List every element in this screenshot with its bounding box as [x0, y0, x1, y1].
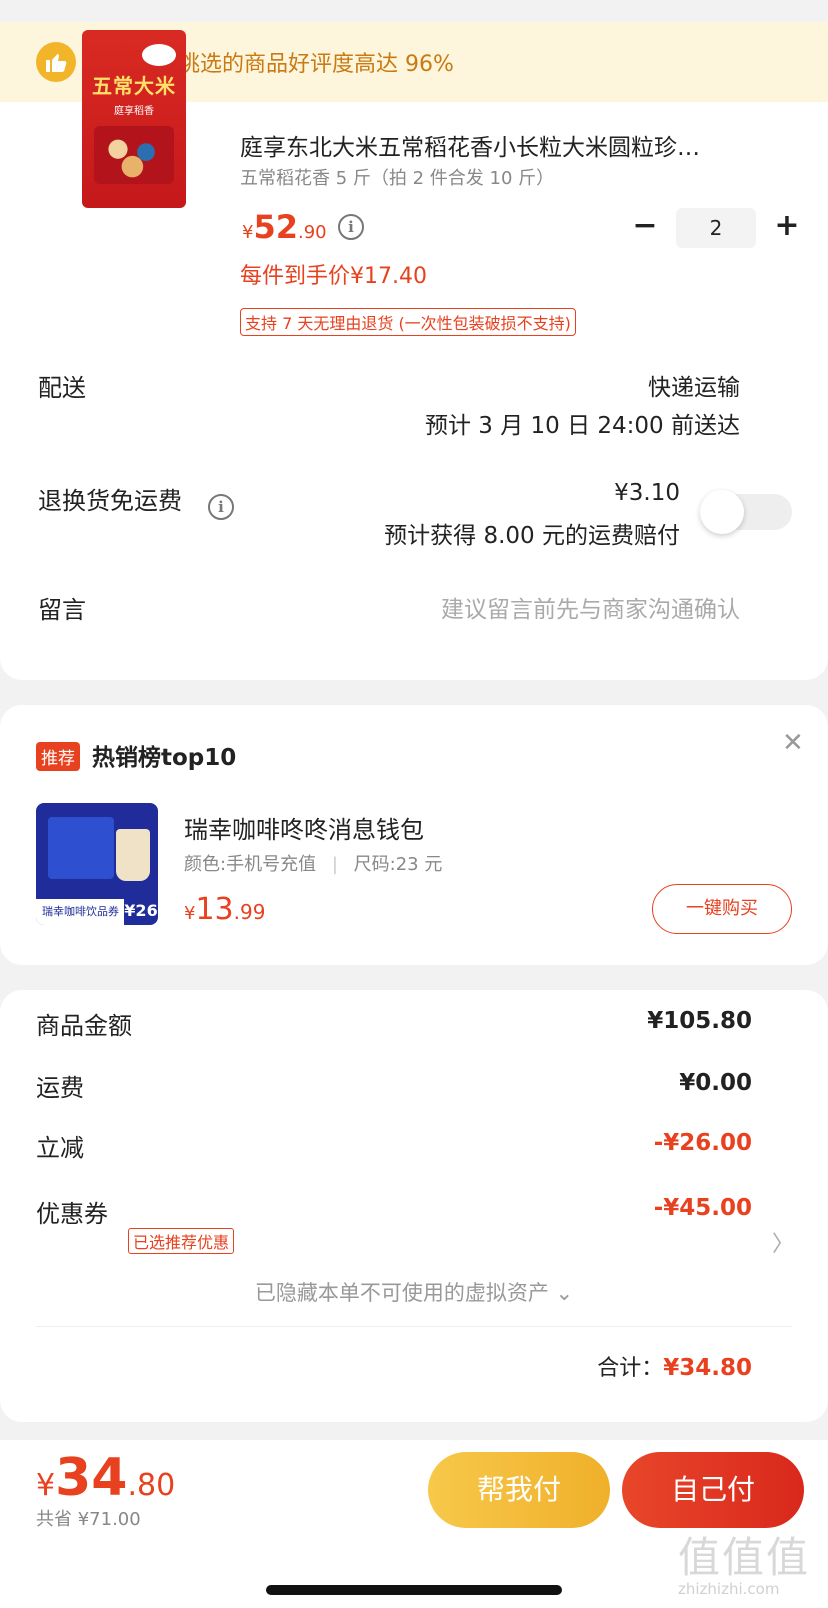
goods-amount-label: 商品金额	[36, 1012, 132, 1040]
discount-label: 立减	[36, 1134, 84, 1162]
quantity-value[interactable]: 2	[676, 208, 756, 248]
insurance-info-icon[interactable]: i	[208, 494, 234, 520]
goods-amount-value: ¥105.80	[647, 1008, 752, 1034]
toggle-knob	[700, 490, 744, 534]
price-decimal: .90	[297, 222, 327, 243]
help-pay-button[interactable]: 帮我付	[428, 1452, 610, 1528]
product-image-subtitle: 庭享稻香	[114, 106, 154, 117]
delivery-label: 配送	[38, 374, 86, 402]
spec-size: 尺码:23 元	[353, 854, 443, 875]
recommend-badge: 推荐	[36, 742, 80, 771]
recommend-price: ¥13.99	[184, 892, 265, 927]
checkout-price: ¥34.80	[36, 1448, 175, 1508]
recommend-image[interactable]: 瑞幸咖啡饮品券 ¥26	[36, 803, 158, 925]
unit-price: 每件到手价¥17.40	[240, 264, 427, 289]
insurance-note: 预计获得 8.00 元的运费赔付	[384, 523, 680, 549]
coupon-tag: 已选推荐优惠	[128, 1228, 235, 1254]
insurance-price: ¥3.10	[614, 480, 680, 506]
chevron-right-icon[interactable]: 〉	[772, 1226, 794, 1258]
checkout-price-decimal: .80	[127, 1468, 176, 1503]
divider	[36, 1326, 792, 1327]
voucher-card-graphic	[48, 817, 114, 879]
one-click-buy-button[interactable]: 一键购买	[652, 884, 792, 934]
brand-seal-icon	[142, 44, 176, 66]
product-price: ¥52.90	[242, 208, 327, 246]
watermark-url: zhizhizhi.com	[678, 1580, 780, 1598]
checkout-price-symbol: ¥	[36, 1468, 56, 1503]
product-image[interactable]: 五常大米 庭享稻香	[82, 30, 186, 208]
product-image-title: 五常大米	[92, 74, 176, 98]
order-total: 合计：¥34.80	[597, 1350, 752, 1382]
product-illustration	[94, 126, 174, 184]
insurance-toggle[interactable]	[700, 490, 792, 534]
total-saved: 共省 ¥71.00	[36, 1509, 141, 1530]
return-policy-tag: 支持 7 天无理由退货 (一次性包装破损不支持)	[240, 308, 576, 336]
checkout-price-integer: 34	[55, 1448, 128, 1508]
watermark-logo: 值值值	[678, 1533, 811, 1582]
thumbs-up-icon	[36, 42, 76, 82]
message-input[interactable]: 建议留言前先与商家沟通确认	[441, 590, 740, 624]
price-symbol: ¥	[242, 222, 254, 243]
total-value: ¥34.80	[663, 1355, 752, 1381]
watermark: 值值值 zhizhizhi.com	[678, 1533, 811, 1599]
recommend-item-spec: 颜色:手机号充值 | 尺码:23 元	[184, 850, 442, 876]
self-pay-button[interactable]: 自己付	[622, 1452, 804, 1528]
hidden-assets-toggle[interactable]: 已隐藏本单不可使用的虚拟资产 ⌄	[0, 1277, 828, 1307]
discount-value: -¥26.00	[653, 1130, 752, 1156]
product-spec[interactable]: 五常稻花香 5 斤（拍 2 件合发 10 斤）	[240, 164, 554, 190]
home-indicator[interactable]	[266, 1585, 562, 1595]
close-icon[interactable]: ✕	[782, 728, 804, 758]
price-info-icon[interactable]: i	[338, 214, 364, 240]
recommend-title: 热销榜top10	[92, 745, 237, 771]
coupon-value[interactable]: -¥45.00	[654, 1195, 752, 1221]
voucher-value: ¥26	[124, 891, 158, 925]
message-label: 留言	[38, 596, 86, 624]
rec-price-integer: 13	[195, 892, 234, 927]
delivery-eta: 预计 3 月 10 日 24:00 前送达	[424, 413, 740, 439]
quantity-stepper: − 2 +	[628, 208, 804, 248]
shipping-value: ¥0.00	[679, 1070, 752, 1096]
shipping-label: 运费	[36, 1074, 84, 1102]
coupon-label[interactable]: 优惠券	[36, 1194, 108, 1229]
price-integer: 52	[253, 208, 298, 246]
rec-price-symbol: ¥	[184, 903, 196, 924]
total-label: 合计：	[597, 1356, 664, 1381]
delivery-method: 快递运输	[648, 375, 740, 401]
recommend-item-name[interactable]: 瑞幸咖啡咚咚消息钱包	[184, 810, 424, 845]
decrease-button[interactable]: −	[628, 211, 662, 245]
spec-color: 颜色:手机号充值	[184, 854, 317, 875]
coffee-cup-graphic	[116, 829, 150, 881]
spec-separator: |	[331, 854, 338, 875]
increase-button[interactable]: +	[770, 211, 804, 245]
return-insurance-label: 退换货免运费	[38, 487, 182, 515]
product-title[interactable]: 庭享东北大米五常稻花香小长粒大米圆粒珍…	[240, 128, 770, 162]
rec-price-decimal: .99	[233, 900, 266, 924]
